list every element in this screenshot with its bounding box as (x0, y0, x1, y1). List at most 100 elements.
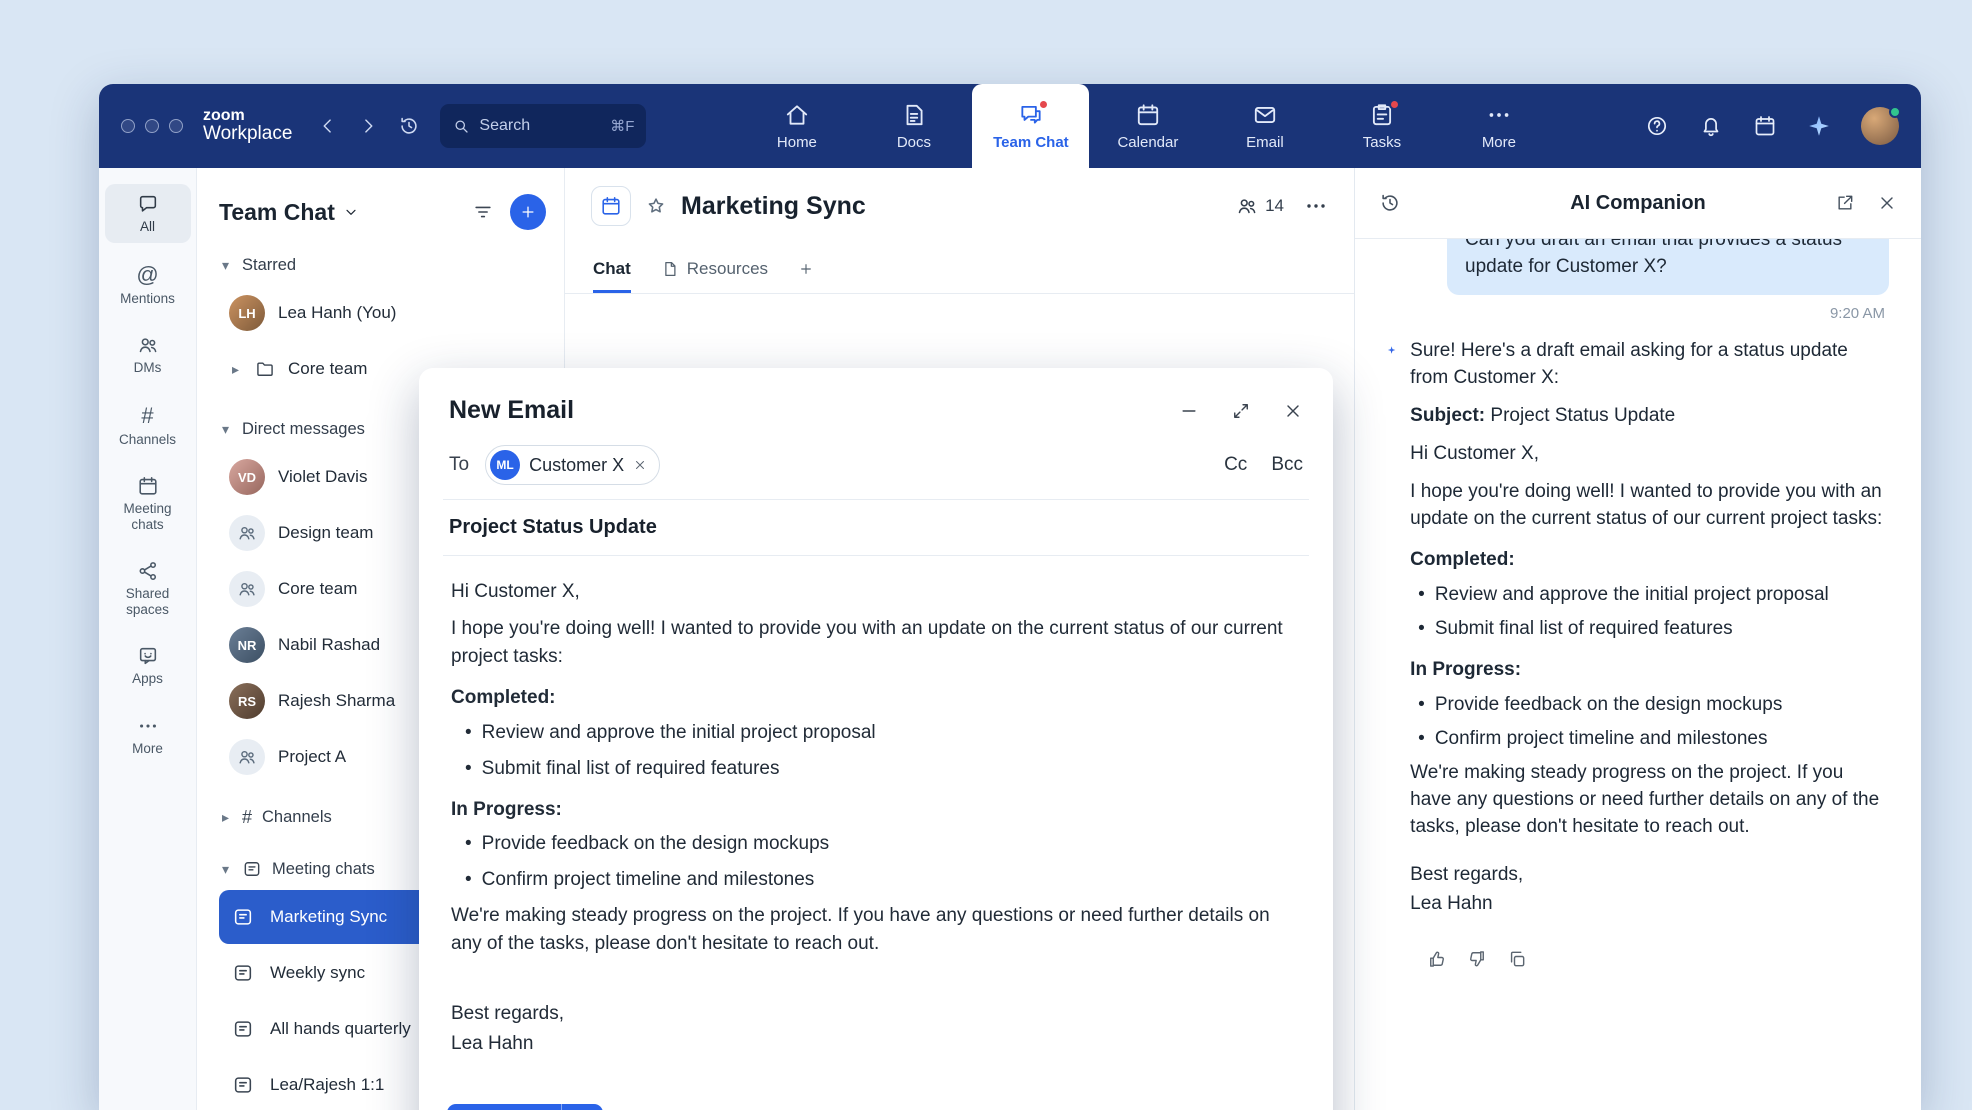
rail-item-dms[interactable]: DMs (105, 325, 191, 384)
nav-item-calendar[interactable]: Calendar (1089, 84, 1206, 168)
people-icon (1236, 195, 1258, 217)
thumbs-down-button[interactable] (1467, 949, 1487, 969)
bullet-icon: • (465, 830, 472, 858)
email-signoff: Best regards, (451, 1000, 1301, 1028)
bcc-button[interactable]: Bcc (1271, 454, 1303, 476)
sidebar-title-dropdown[interactable]: Team Chat (219, 199, 359, 226)
help-button[interactable] (1645, 114, 1669, 138)
cc-button[interactable]: Cc (1224, 454, 1247, 476)
rail-label: All (140, 219, 155, 235)
list-item: •Provide feedback on the design mockups (451, 830, 1301, 858)
close-button[interactable] (1283, 401, 1303, 421)
user-message-bubble: Can you draft an email that provides a s… (1447, 239, 1889, 295)
section-label: Channels (262, 808, 332, 827)
copy-button[interactable] (1507, 949, 1527, 969)
send-options-button[interactable] (561, 1104, 603, 1110)
rail-item-all[interactable]: All (105, 184, 191, 243)
chat-more-button[interactable] (1304, 194, 1328, 218)
ai-companion-button[interactable] (1807, 114, 1831, 138)
ai-in-progress-label: In Progress: (1410, 657, 1889, 684)
ai-close-button[interactable] (1877, 193, 1897, 213)
close-window-button[interactable] (121, 119, 135, 133)
back-button[interactable] (318, 116, 338, 136)
tab-add-button[interactable] (798, 244, 814, 293)
help-icon (1645, 114, 1669, 138)
zoom-window-button[interactable] (169, 119, 183, 133)
expand-button[interactable] (1231, 401, 1251, 421)
nav-label: More (1482, 134, 1516, 151)
history-icon (1379, 192, 1401, 214)
caret-right-icon: ▸ (219, 809, 232, 826)
nav-label: Email (1246, 134, 1284, 151)
ai-history-button[interactable] (1379, 192, 1401, 214)
nav-item-tasks[interactable]: Tasks (1323, 84, 1440, 168)
compose-toolbar: Send GIF (419, 1090, 1333, 1110)
ai-subject-line: Subject: Project Status Update (1410, 403, 1889, 430)
ai-companion-panel: AI Companion Can you draft an email that… (1354, 168, 1921, 1110)
plus-icon (519, 203, 537, 221)
group-avatar (229, 571, 265, 607)
bullet-icon: • (1418, 582, 1425, 609)
remove-recipient-icon[interactable] (633, 458, 647, 472)
chat-item-label: Design team (278, 523, 373, 543)
section-starred[interactable]: ▾ Starred (219, 246, 546, 284)
ai-closing: We're making steady progress on the proj… (1410, 760, 1889, 841)
tab-chat[interactable]: Chat (593, 244, 631, 293)
chat-item-lea-hanh[interactable]: LH Lea Hanh (You) (219, 286, 546, 340)
history-button[interactable] (398, 115, 420, 137)
ai-open-new-window-button[interactable] (1835, 193, 1855, 213)
rail-item-meeting-chats[interactable]: Meeting chats (105, 466, 191, 540)
user-avatar[interactable] (1861, 107, 1899, 145)
minimize-window-button[interactable] (145, 119, 159, 133)
email-body-editor[interactable]: Hi Customer X, I hope you're doing well!… (419, 556, 1333, 1090)
nav-item-more[interactable]: More (1440, 84, 1557, 168)
forward-button[interactable] (358, 116, 378, 136)
notifications-button[interactable] (1699, 114, 1723, 138)
tab-resources[interactable]: Resources (661, 244, 768, 293)
email-in-progress-label: In Progress: (451, 796, 1301, 824)
main-navigation: Home Docs Team Chat Calendar Email (738, 84, 1557, 168)
zoom-workplace-window: zoom Workplace Search ⌘F Home (99, 84, 1921, 1110)
bullet-icon: • (1418, 726, 1425, 753)
rail-item-apps[interactable]: Apps (105, 636, 191, 695)
chat-item-label: Violet Davis (278, 467, 367, 487)
rail-label: Apps (132, 671, 163, 687)
rail-label: Mentions (120, 291, 175, 307)
document-icon (661, 260, 679, 278)
copy-icon (1507, 949, 1527, 969)
nav-item-team-chat[interactable]: Team Chat (972, 84, 1089, 168)
minimize-button[interactable] (1179, 401, 1199, 421)
calendar-icon (1753, 114, 1777, 138)
meeting-chat-icon (229, 906, 257, 928)
nav-item-docs[interactable]: Docs (855, 84, 972, 168)
rail-item-more[interactable]: More (105, 706, 191, 765)
nav-item-email[interactable]: Email (1206, 84, 1323, 168)
apps-icon (137, 645, 159, 667)
ai-signoff: Best regards, (1410, 862, 1889, 889)
bullet-icon: • (1418, 692, 1425, 719)
filter-button[interactable] (472, 201, 494, 223)
ai-panel-header: AI Companion (1355, 168, 1921, 239)
member-count[interactable]: 14 (1236, 195, 1284, 217)
channel-emblem (591, 186, 631, 226)
share-nodes-icon (137, 560, 159, 582)
subject-field[interactable]: Project Status Update (419, 500, 1333, 555)
send-button[interactable]: Send (447, 1104, 561, 1110)
nav-item-home[interactable]: Home (738, 84, 855, 168)
list-item: •Submit final list of required features (1410, 616, 1889, 643)
new-chat-button[interactable] (510, 194, 546, 230)
nav-label: Team Chat (993, 134, 1069, 151)
rail-item-shared-spaces[interactable]: Shared spaces (105, 551, 191, 625)
star-icon[interactable] (645, 195, 667, 217)
chat-item-label: Nabil Rashad (278, 635, 380, 655)
rail-item-channels[interactable]: # Channels (105, 395, 191, 456)
ai-sparkle-icon (1387, 338, 1396, 362)
search-input[interactable]: Search ⌘F (440, 104, 646, 148)
schedule-button[interactable] (1753, 114, 1777, 138)
avatar-initials: LH (238, 306, 255, 321)
recipient-chip[interactable]: ML Customer X (485, 445, 660, 485)
meeting-chat-icon (229, 962, 257, 984)
minimize-icon (1179, 401, 1199, 421)
rail-item-mentions[interactable]: @ Mentions (105, 254, 191, 315)
thumbs-up-button[interactable] (1427, 949, 1447, 969)
